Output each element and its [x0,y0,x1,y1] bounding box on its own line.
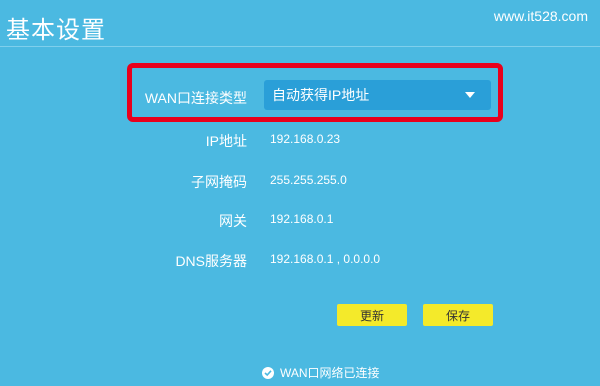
watermark-text: www.it528.com [493,8,588,24]
ip-label: IP地址 [205,133,247,149]
chevron-down-icon [465,92,475,98]
connection-status: WAN口网络已连接 [262,364,380,381]
refresh-button[interactable]: 更新 [337,304,407,326]
ip-value: 192.168.0.23 [270,132,341,146]
subnet-value: 255.255.255.0 [270,173,347,187]
connection-type-select[interactable]: 自动获得IP地址 [264,80,491,110]
connection-type-label: WAN口连接类型 [144,90,247,106]
dns-value: 192.168.0.1 , 0.0.0.0 [270,252,381,266]
status-text: WAN口网络已连接 [280,366,380,380]
gateway-value: 192.168.0.1 [270,212,334,226]
subnet-label: 子网掩码 [191,174,247,190]
check-circle-icon [262,366,274,379]
save-button[interactable]: 保存 [423,304,493,326]
connection-type-value: 自动获得IP地址 [272,87,370,103]
title-divider [0,46,600,47]
dns-label: DNS服务器 [175,253,247,269]
page-title: 基本设置 [6,17,106,44]
gateway-label: 网关 [219,213,247,229]
